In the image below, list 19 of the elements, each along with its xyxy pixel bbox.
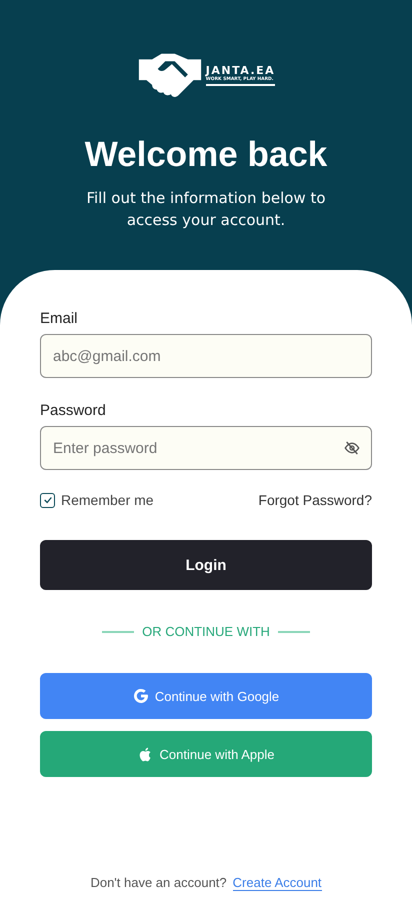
google-button[interactable]: Continue with Google [40,673,372,719]
apple-button[interactable]: Continue with Apple [40,731,372,777]
remember-label: Remember me [61,492,154,508]
forgot-password-link[interactable]: Forgot Password? [258,492,372,508]
eye-slash-icon[interactable] [344,440,360,456]
page-subtitle: Fill out the information below to access your account. [85,188,327,231]
divider-text: OR CONTINUE WITH [142,624,270,639]
login-button[interactable]: Login [40,540,372,590]
checkbox[interactable] [40,492,55,508]
field-label: Password [40,402,107,419]
google-icon [132,688,149,704]
footer-text: Don't have an account? [90,875,227,891]
create-account-link[interactable]: Create Account [232,875,322,891]
email-field[interactable]: abc@gmail.com [40,334,372,378]
checkmark-icon [42,495,52,505]
logo-name: JANTA.EA [206,64,276,76]
page-title: Welcome back [84,135,328,175]
field-label: Email [40,310,79,327]
password-field[interactable]: Enter password [40,426,372,470]
